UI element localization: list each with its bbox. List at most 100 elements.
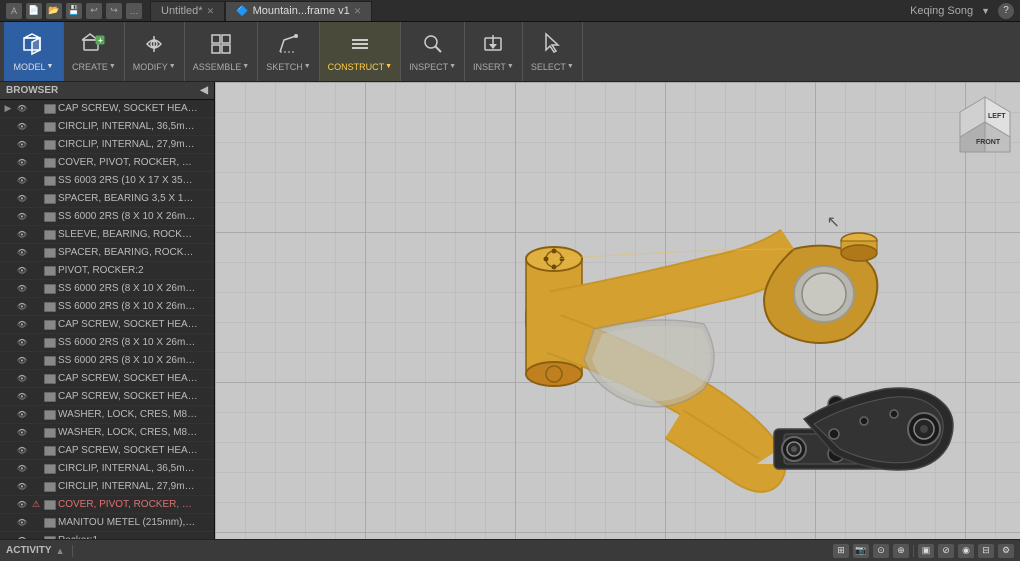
main-area: BROWSER ◀ ▶👁CAP SCREW, SOCKET HEAD, CRI.… [0, 82, 1020, 539]
activity-label: ACTIVITY [6, 545, 52, 556]
sketch-label: SKETCH▼ [266, 62, 310, 72]
toolbar-select[interactable]: SELECT▼ [523, 22, 583, 81]
tab-untitled-close[interactable]: ✕ [207, 6, 215, 17]
browser-title: BROWSER [6, 85, 58, 96]
svg-text:LEFT: LEFT [988, 113, 1006, 120]
save-icon[interactable]: 💾 [66, 3, 82, 19]
cursor: ↖ [827, 212, 840, 232]
browser-item[interactable]: 👁SPACER, BEARING 3,5 X 17 X 3C... [0, 190, 214, 208]
cube-nav[interactable]: LEFT FRONT [950, 92, 1010, 152]
title-bar: A 📄 📂 💾 ↩ ↪ … Untitled* ✕ 🔷 Mountain...f… [0, 0, 1020, 22]
browser-item[interactable]: 👁PIVOT, ROCKER:2 [0, 262, 214, 280]
viewport[interactable]: LEFT FRONT ↖ [215, 82, 1020, 539]
toolbar-construct[interactable]: CONSTRUCT▼ [320, 22, 401, 81]
browser-item[interactable]: 👁CIRCLIP, INTERNAL, 27,9mm OI... [0, 136, 214, 154]
toolbar-create[interactable]: + CREATE▼ [64, 22, 125, 81]
user-name: Keqing Song [910, 5, 973, 17]
browser-item[interactable]: 👁CIRCLIP, INTERNAL, 36,5mm OI... [0, 460, 214, 478]
more-icon[interactable]: … [126, 3, 142, 19]
toolbar-assemble[interactable]: ASSEMBLE▼ [185, 22, 258, 81]
insert-icon [481, 32, 505, 60]
grid-snap-icon[interactable]: ⊟ [978, 544, 994, 558]
new-file-icon[interactable]: 📄 [26, 3, 42, 19]
toolbar-modify[interactable]: MODIFY▼ [125, 22, 185, 81]
environment-icon[interactable]: ◉ [958, 544, 974, 558]
assemble-label: ASSEMBLE▼ [193, 62, 249, 72]
browser-item[interactable]: 👁CAP SCREW, SOCKET HEAD, FLA... [0, 388, 214, 406]
display-mode-icon[interactable]: ▣ [918, 544, 934, 558]
activity-expand-icon[interactable]: ▲ [56, 546, 65, 556]
construct-icon [348, 32, 372, 60]
construct-label: CONSTRUCT▼ [328, 62, 392, 72]
zoom-extend-icon[interactable]: ⊕ [893, 544, 909, 558]
mountain-frame-icon: 🔷 [236, 6, 248, 17]
help-button[interactable]: ? [998, 3, 1014, 19]
redo-icon[interactable]: ↪ [106, 3, 122, 19]
inspect-icon [421, 32, 445, 60]
tab-untitled[interactable]: Untitled* ✕ [150, 1, 225, 21]
browser-item[interactable]: 👁⚠COVER, PIVOT, ROCKER, M27,9... [0, 496, 214, 514]
tab-mountain-frame-close[interactable]: ✕ [354, 6, 362, 17]
browser-panel: BROWSER ◀ ▶👁CAP SCREW, SOCKET HEAD, CRI.… [0, 82, 215, 539]
browser-item[interactable]: ▶👁CAP SCREW, SOCKET HEAD, CRI... [0, 100, 214, 118]
3d-model [474, 159, 954, 539]
toolbar-sketch[interactable]: SKETCH▼ [258, 22, 319, 81]
select-label: SELECT▼ [531, 62, 574, 72]
browser-item[interactable]: 👁CIRCLIP, INTERNAL, 27,9mm OI... [0, 478, 214, 496]
assemble-icon [209, 32, 233, 60]
browser-item[interactable]: 👁SS 6000 2RS (8 X 10 X 26mm):4 [0, 298, 214, 316]
view-cube-icon[interactable]: ⊞ [833, 544, 849, 558]
browser-header: BROWSER ◀ [0, 82, 214, 100]
svg-text:FRONT: FRONT [976, 139, 1001, 146]
tab-mountain-frame-label: Mountain...frame v1 [253, 5, 350, 17]
toolbar-model[interactable]: MODEL▼ [4, 22, 64, 81]
open-file-icon[interactable]: 📂 [46, 3, 62, 19]
section-analysis-icon[interactable]: ⊘ [938, 544, 954, 558]
camera-icon[interactable]: 📷 [853, 544, 869, 558]
browser-item[interactable]: 👁SPACER, BEARING, ROCKER, MI... [0, 244, 214, 262]
modify-icon [142, 32, 166, 60]
modify-label: MODIFY▼ [133, 62, 176, 72]
user-arrow: ▼ [981, 6, 990, 16]
browser-item[interactable]: 👁CIRCLIP, INTERNAL, 36,5mm OI... [0, 118, 214, 136]
browser-item[interactable]: 👁COVER, PIVOT, ROCKER, M27,9... [0, 154, 214, 172]
create-label: CREATE▼ [72, 62, 116, 72]
bottom-icons: ⊞ 📷 ⊙ ⊕ ▣ ⊘ ◉ ⊟ ⚙ [833, 544, 1014, 558]
browser-item[interactable]: 👁CAP SCREW, SOCKET HEAD, FLA... [0, 370, 214, 388]
app-icons: A 📄 📂 💾 ↩ ↪ … [6, 3, 142, 19]
tab-mountain-frame[interactable]: 🔷 Mountain...frame v1 ✕ [225, 1, 372, 21]
browser-collapse-icon[interactable]: ◀ [200, 85, 208, 96]
browser-item[interactable]: 👁Rocker:1 [0, 532, 214, 539]
browser-item[interactable]: 👁SLEEVE, BEARING, ROCKER, FW... [0, 226, 214, 244]
toolbar: MODEL▼ + CREATE▼ MODIFY▼ [0, 22, 1020, 82]
app-logo: A [6, 3, 22, 19]
zoom-fit-icon[interactable]: ⊙ [873, 544, 889, 558]
browser-item[interactable]: 👁CAP SCREW, SOCKET HEAD, FLA... [0, 316, 214, 334]
browser-item[interactable]: 👁SS 6003 2RS (10 X 17 X 35mm)... [0, 172, 214, 190]
select-icon [540, 32, 564, 60]
browser-item[interactable]: 👁MANITOU METEL (215mm), 6 W... [0, 514, 214, 532]
model-label: MODEL▼ [14, 62, 54, 72]
insert-label: INSERT▼ [473, 62, 514, 72]
inspect-label: INSPECT▼ [409, 62, 456, 72]
browser-item[interactable]: 👁SS 6000 2RS (8 X 10 X 26mm):6 [0, 352, 214, 370]
browser-list[interactable]: ▶👁CAP SCREW, SOCKET HEAD, CRI...👁CIRCLIP… [0, 100, 214, 539]
tab-bar: Untitled* ✕ 🔷 Mountain...frame v1 ✕ [150, 1, 902, 21]
settings-icon[interactable]: ⚙ [998, 544, 1014, 558]
undo-icon[interactable]: ↩ [86, 3, 102, 19]
bottom-bar: ACTIVITY ▲ ⊞ 📷 ⊙ ⊕ ▣ ⊘ ◉ ⊟ ⚙ [0, 539, 1020, 561]
browser-item[interactable]: 👁WASHER, LOCK, CRES, M8, 12,7... [0, 406, 214, 424]
toolbar-insert[interactable]: INSERT▼ [465, 22, 523, 81]
browser-item[interactable]: 👁SS 6000 2RS (8 X 10 X 26mm):2 [0, 208, 214, 226]
browser-item[interactable]: 👁CAP SCREW, SOCKET HEAD, CRI... [0, 442, 214, 460]
activity-section: ACTIVITY ▲ [6, 545, 64, 556]
model-icon [20, 32, 48, 60]
title-right: Keqing Song ▼ ? [910, 3, 1014, 19]
tab-untitled-label: Untitled* [161, 5, 203, 17]
toolbar-inspect[interactable]: INSPECT▼ [401, 22, 465, 81]
svg-text:+: + [98, 36, 103, 45]
browser-item[interactable]: 👁SS 6000 2RS (8 X 10 X 26mm):5 [0, 334, 214, 352]
create-icon: + [82, 32, 106, 60]
browser-item[interactable]: 👁SS 6000 2RS (8 X 10 X 26mm):3 [0, 280, 214, 298]
browser-item[interactable]: 👁WASHER, LOCK, CRES, M8, 12,7... [0, 424, 214, 442]
